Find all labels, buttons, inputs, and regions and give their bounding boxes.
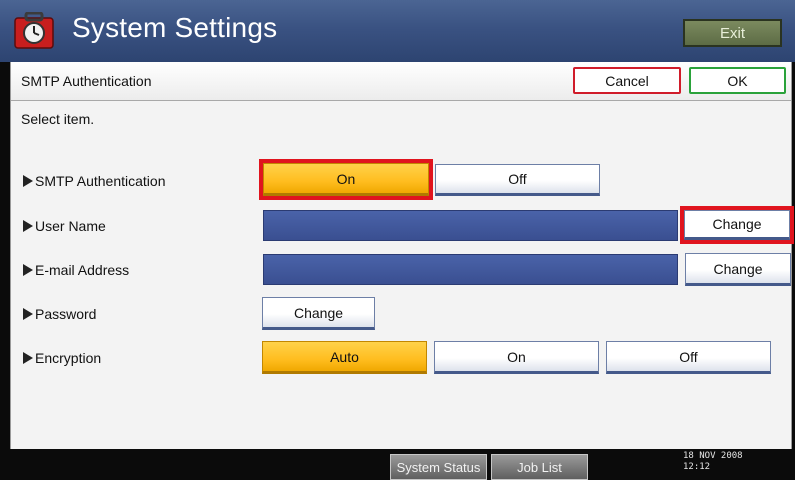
cancel-button[interactable]: Cancel: [573, 67, 681, 94]
row-label-text: SMTP Authentication: [35, 173, 166, 189]
app-title: System Settings: [72, 12, 278, 43]
instruction-text: Select item.: [21, 111, 95, 127]
header-row: SMTP Authentication Cancel OK: [11, 62, 791, 101]
email-address-change-button[interactable]: Change: [685, 253, 791, 286]
smtp-authentication-label: SMTP Authentication: [23, 173, 165, 189]
encryption-label: Encryption: [23, 350, 101, 366]
email-address-label: E-mail Address: [23, 262, 129, 278]
arrow-right-icon: [23, 220, 33, 232]
encryption-off-button[interactable]: Off: [606, 341, 771, 374]
row-label-text: User Name: [35, 218, 106, 234]
status-bar: System Status Job List 18 NOV 2008 12:12: [0, 449, 795, 480]
user-name-field: [263, 210, 678, 241]
page-title: SMTP Authentication: [21, 73, 152, 89]
screen: System Settings Exit SMTP Authentication…: [0, 0, 795, 480]
time-text: 12:12: [683, 462, 711, 472]
settings-panel: SMTP Authentication Cancel OK Select ite…: [10, 62, 794, 449]
arrow-right-icon: [23, 308, 33, 320]
exit-button[interactable]: Exit: [683, 19, 782, 47]
job-list-button[interactable]: Job List: [491, 454, 588, 480]
date-text: 18 NOV 2008: [683, 451, 743, 461]
row-label-text: E-mail Address: [35, 262, 130, 278]
encryption-auto-button[interactable]: Auto: [262, 341, 427, 374]
user-name-change-button[interactable]: Change: [680, 206, 794, 244]
password-label: Password: [23, 306, 96, 322]
system-status-button[interactable]: System Status: [390, 454, 487, 480]
row-label-text: Encryption: [35, 350, 102, 366]
smtp-auth-off-button[interactable]: Off: [435, 164, 600, 196]
title-bar: System Settings Exit: [0, 0, 795, 62]
arrow-right-icon: [23, 352, 33, 364]
row-label-text: Password: [35, 306, 97, 322]
encryption-on-button[interactable]: On: [434, 341, 599, 374]
datetime-display: 18 NOV 2008 12:12: [683, 451, 743, 473]
smtp-auth-on-button[interactable]: On: [259, 159, 433, 200]
arrow-right-icon: [23, 264, 33, 276]
settings-toolbox-icon: [14, 12, 54, 49]
ok-button[interactable]: OK: [689, 67, 786, 94]
password-change-button[interactable]: Change: [262, 297, 375, 330]
email-address-field: [263, 254, 678, 285]
arrow-right-icon: [23, 175, 33, 187]
user-name-label: User Name: [23, 218, 106, 234]
